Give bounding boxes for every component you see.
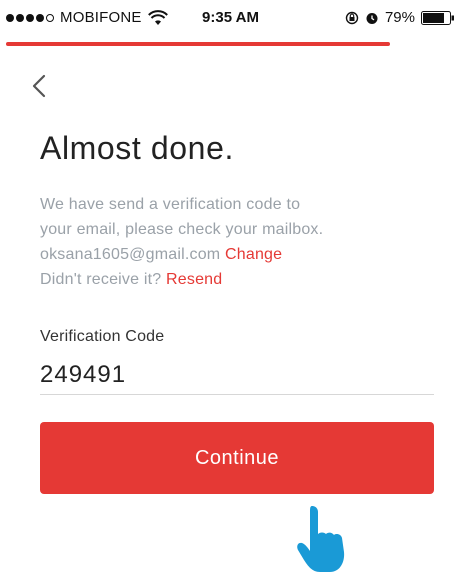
resend-link[interactable]: Resend — [166, 271, 222, 288]
status-right: 79% — [345, 9, 455, 26]
verification-screen: MOBIFONE 9:35 AM 79% Almost done. We hav… — [0, 0, 461, 572]
battery-percent: 79% — [384, 9, 415, 26]
verification-message: We have send a verification code to your… — [40, 192, 440, 292]
chevron-left-icon — [32, 74, 46, 98]
resend-line: Didn't receive it? Resend — [40, 267, 440, 292]
not-received-text: Didn't receive it? — [40, 271, 162, 288]
message-line-2: your email, please check your mailbox. — [40, 221, 324, 238]
verification-code-label: Verification Code — [40, 328, 165, 345]
status-bar: MOBIFONE 9:35 AM 79% — [0, 0, 461, 40]
message-line-1: We have send a verification code to — [40, 196, 301, 213]
hand-pointer-icon — [297, 506, 345, 572]
back-button[interactable] — [28, 72, 50, 100]
email-line: oksana1605@gmail.com Change — [40, 242, 440, 267]
rotation-lock-icon — [345, 11, 359, 24]
page-title: Almost done. — [40, 130, 234, 166]
change-email-link[interactable]: Change — [225, 246, 282, 263]
battery-icon — [421, 10, 454, 25]
continue-button[interactable]: Continue — [40, 422, 434, 494]
alarm-icon — [366, 12, 378, 24]
email-address: oksana1605@gmail.com — [40, 246, 221, 263]
verification-code-input[interactable] — [40, 355, 434, 395]
progress-accent-line — [6, 42, 390, 46]
